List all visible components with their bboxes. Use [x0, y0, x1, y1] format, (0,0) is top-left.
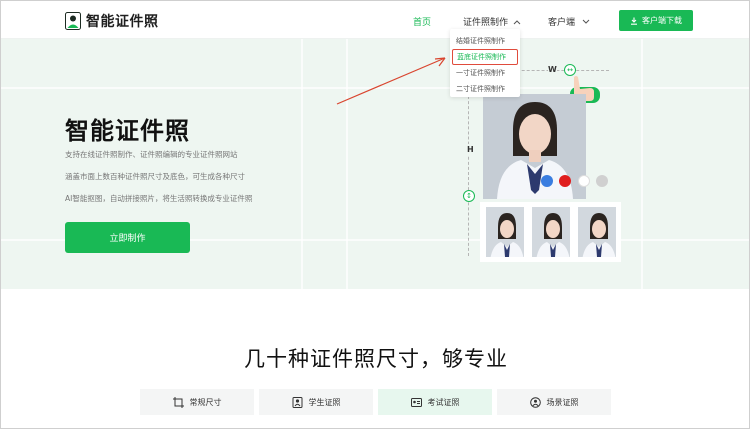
crop-icon	[172, 396, 184, 408]
height-handle-icon[interactable]: ↕	[463, 190, 475, 202]
nav-id-photo[interactable]: 证件照制作	[463, 15, 521, 28]
download-button-label: 客户端下载	[642, 16, 682, 25]
top-header: 智能证件照 首页 证件照制作 客户端 客户端下载	[1, 1, 749, 39]
chevron-up-icon	[513, 19, 521, 24]
dropdown-item-blue-bg[interactable]: 蓝底证件照制作	[452, 49, 518, 65]
dropdown-item-marriage[interactable]: 结婚证件照制作	[450, 33, 520, 49]
tab-exam-photo[interactable]: 考试证照	[378, 389, 492, 415]
thumbnail-3	[576, 205, 618, 259]
make-now-button[interactable]: 立即制作	[65, 222, 190, 253]
width-label: W	[548, 65, 557, 74]
tab-label: 学生证照	[308, 397, 341, 407]
dropdown-item-one-inch[interactable]: 一寸证件照制作	[450, 65, 520, 81]
swatch-blue[interactable]	[541, 175, 553, 187]
nav-client[interactable]: 客户端	[548, 15, 590, 28]
swatch-white[interactable]	[578, 175, 590, 187]
annotation-arrow	[336, 57, 446, 105]
nav-client-label: 客户端	[548, 18, 576, 28]
chevron-down-icon	[582, 19, 590, 24]
scene-icon	[529, 396, 541, 408]
tab-label: 考试证照	[427, 397, 460, 407]
hero-desc-line-2: 涵盖市面上数百种证件照尺寸及底色，可生成各种尺寸	[65, 172, 245, 181]
height-label: H	[467, 144, 474, 155]
thumbnail-1	[484, 205, 526, 259]
hero-desc-line-3: AI智能抠图，自动拼接照片，将生活照转换成专业证件照	[65, 194, 253, 203]
hero-title: 智能证件照	[65, 117, 190, 145]
tab-label: 常规尺寸	[189, 397, 222, 407]
nav-id-photo-label: 证件照制作	[463, 18, 509, 28]
height-guide-line	[468, 96, 469, 256]
logo-text: 智能证件照	[86, 14, 159, 30]
tab-scene-photo[interactable]: 场景证照	[497, 389, 611, 415]
download-icon	[631, 17, 637, 25]
swatch-red[interactable]	[559, 175, 571, 187]
client-download-button[interactable]: 客户端下载	[619, 10, 693, 31]
thumbnail-2	[530, 205, 572, 259]
tab-standard-size[interactable]: 常规尺寸	[140, 389, 254, 415]
site-logo[interactable]: 智能证件照	[65, 11, 159, 31]
logo-icon	[65, 12, 81, 30]
nav-home[interactable]: 首页	[413, 15, 431, 28]
id-card-icon	[410, 397, 422, 407]
size-category-tabs: 常规尺寸 学生证照 考试证照 场景证照	[140, 389, 611, 415]
dropdown-item-two-inch[interactable]: 二寸证件照制作	[450, 81, 520, 97]
hero-desc-line-1: 支持在线证件照制作、证件照编辑的专业证件照网站	[65, 150, 238, 159]
swatch-gray[interactable]	[596, 175, 608, 187]
tab-student-photo[interactable]: 学生证照	[259, 389, 373, 415]
section-title: 几十种证件照尺寸，够专业	[244, 347, 508, 371]
tab-label: 场景证照	[546, 397, 579, 407]
page-frame: 智能证件照 首页 证件照制作 客户端 客户端下载 结婚证件照制作 蓝底证件照制作…	[0, 0, 750, 429]
id-badge-icon	[292, 396, 302, 408]
id-photo-dropdown: 结婚证件照制作 蓝底证件照制作 一寸证件照制作 二寸证件照制作	[450, 29, 520, 97]
